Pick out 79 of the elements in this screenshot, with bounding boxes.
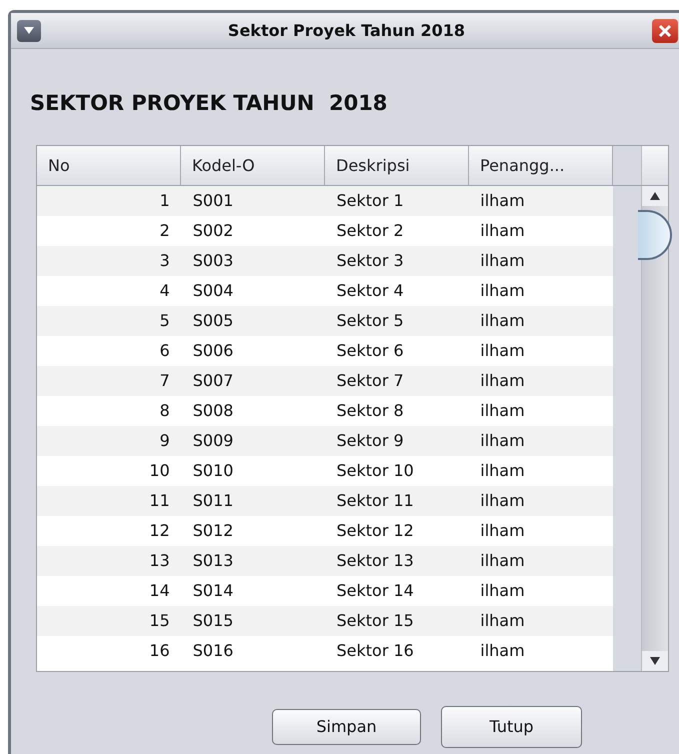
table-cell: ilham (480, 311, 525, 330)
table-cell: S013 (192, 551, 234, 570)
column-header[interactable]: No (37, 146, 181, 185)
table-cell: ilham (480, 191, 525, 210)
table-cell: Sektor 1 (336, 191, 404, 210)
table-cell: ilham (480, 371, 525, 390)
table-cell: S012 (192, 521, 234, 540)
table-cell: Sektor 15 (336, 611, 414, 630)
table-cell: Sektor 10 (336, 461, 414, 480)
table-cell: ilham (480, 401, 525, 420)
table-cell: 15 (149, 611, 170, 630)
table-cell: 14 (149, 581, 170, 600)
table-cell: 11 (149, 491, 170, 510)
table-cell: 12 (149, 521, 170, 540)
heading: SEKTOR PROYEK TAHUN 2018 (30, 93, 388, 114)
table-cell: 1 (160, 191, 170, 210)
scroll-down-icon[interactable] (650, 657, 660, 665)
table-cell: Sektor 12 (336, 521, 414, 540)
window-title: Sektor Proyek Tahun 2018 (226, 20, 466, 42)
close-button[interactable] (652, 18, 678, 42)
table-cell: ilham (480, 341, 525, 360)
column-header[interactable]: Deskripsi (325, 146, 469, 185)
table-cell: 3 (160, 251, 170, 270)
table-cell: 16 (149, 641, 170, 660)
table-cell: 7 (160, 371, 170, 390)
scroll-thumb[interactable] (638, 210, 672, 260)
table-cell: 8 (160, 401, 170, 420)
table-cell: S002 (192, 221, 234, 240)
table-cell: Sektor 2 (336, 221, 404, 240)
table-cell: ilham (480, 281, 525, 300)
scroll-up-icon[interactable] (650, 192, 660, 200)
table-cell: Sektor 5 (336, 311, 404, 330)
table-cell: ilham (480, 641, 525, 660)
table-cell: 9 (160, 431, 170, 450)
table-cell: ilham (480, 581, 525, 600)
menu-icon (24, 27, 34, 34)
table-cell: S003 (192, 251, 234, 270)
table-cell: ilham (480, 521, 525, 540)
table-cell: Sektor 3 (336, 251, 404, 270)
table-cell: S011 (192, 491, 234, 510)
table-cell: Sektor 13 (336, 551, 414, 570)
table-cell: S016 (192, 641, 234, 660)
header-corner (641, 146, 668, 185)
table-cell: S015 (192, 611, 234, 630)
table-cell: S009 (192, 431, 234, 450)
table-cell: S005 (192, 311, 234, 330)
table-cell: Sektor 11 (336, 491, 414, 510)
table-cell: ilham (480, 551, 525, 570)
dialog-button[interactable]: Simpan (272, 709, 421, 745)
table-cell: 5 (160, 311, 170, 330)
table-cell: Sektor 7 (336, 371, 404, 390)
table-cell: 2 (160, 221, 170, 240)
menu-button[interactable] (17, 20, 41, 42)
table-cell: 10 (149, 461, 170, 480)
table-cell: 13 (149, 551, 170, 570)
column-header[interactable]: Kodel-O (181, 146, 325, 185)
table-cell: S008 (192, 401, 234, 420)
table-cell: ilham (480, 611, 525, 630)
table-cell: S010 (192, 461, 234, 480)
table-cell: S001 (192, 191, 234, 210)
table-cell: 4 (160, 281, 170, 300)
table-cell: ilham (480, 251, 525, 270)
table-cell: Sektor 4 (336, 281, 404, 300)
table-cell: S004 (192, 281, 234, 300)
table-cell: Sektor 16 (336, 641, 414, 660)
table-cell: ilham (480, 221, 525, 240)
table-cell: S006 (192, 341, 234, 360)
close-icon (658, 24, 672, 38)
table-cell: Sektor 14 (336, 581, 414, 600)
table-cell: ilham (480, 491, 525, 510)
table-cell: ilham (480, 461, 525, 480)
table-cell: Sektor 8 (336, 401, 404, 420)
table-cell: S014 (192, 581, 234, 600)
table-cell: S007 (192, 371, 234, 390)
table-cell: ilham (480, 431, 525, 450)
dialog-button[interactable]: Tutup (441, 706, 582, 748)
table-cell: 6 (160, 341, 170, 360)
table-cell: Sektor 6 (336, 341, 404, 360)
table-cell: Sektor 9 (336, 431, 404, 450)
